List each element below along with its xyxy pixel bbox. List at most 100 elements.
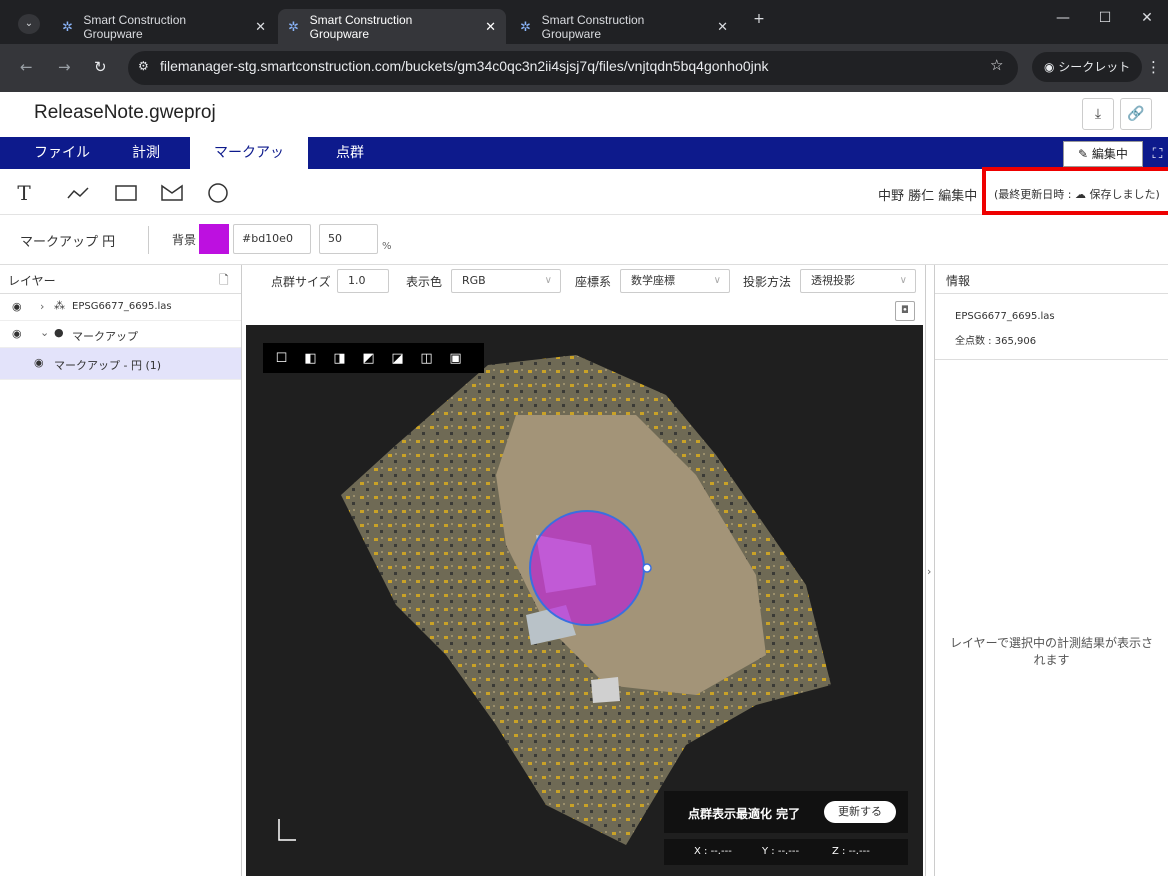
- site-info-icon[interactable]: ⚙: [138, 59, 149, 73]
- markup-circle-shape[interactable]: [529, 510, 645, 626]
- markup-properties: マークアップ 円 背景 #bd10e0 50 %: [0, 215, 1168, 265]
- forward-icon[interactable]: →: [58, 58, 71, 76]
- coord-system-select[interactable]: 数学座標 ∨: [620, 269, 730, 293]
- minimize-icon[interactable]: —: [1048, 10, 1078, 26]
- link-icon[interactable]: 🔗: [1120, 98, 1152, 130]
- projection-select[interactable]: 透視投影 ∨: [800, 269, 916, 293]
- rectangle-tool-icon[interactable]: [112, 179, 140, 207]
- info-summary: EPSG6677_6695.las 全点数 : 365,906: [935, 294, 1168, 360]
- view-right-icon[interactable]: ◪: [387, 351, 408, 366]
- display-color-select[interactable]: RGB ∨: [451, 269, 561, 293]
- layer-item-markup-circle[interactable]: ◉ マークアップ - 円 (1): [0, 348, 241, 380]
- browser-menu-icon[interactable]: ⋮: [1146, 58, 1161, 76]
- app-favicon-icon: ✲: [288, 18, 299, 34]
- opacity-input[interactable]: 50: [319, 224, 378, 254]
- window-close-icon[interactable]: ✕: [1132, 10, 1162, 26]
- file-name-title: ReleaseNote.gweproj: [34, 102, 216, 123]
- editing-button[interactable]: ✎ 編集中: [1063, 141, 1143, 167]
- main-menu-bar: ファイル 計測 マークアップ 点群 ✎ 編集中 ⛶: [0, 137, 1168, 193]
- tab-file[interactable]: ファイル: [16, 137, 108, 169]
- optimize-status-box: 点群表示最適化 完了 更新する: [664, 791, 908, 833]
- view-back-icon[interactable]: ◫: [416, 351, 437, 366]
- view-front-icon[interactable]: ◨: [329, 351, 350, 366]
- view-bottom-icon[interactable]: ▣: [445, 351, 466, 366]
- reload-icon[interactable]: ↻: [94, 58, 107, 76]
- browser-tab-2[interactable]: ✲ Smart Construction Groupware ✕: [278, 9, 506, 44]
- new-tab-icon[interactable]: +: [744, 11, 774, 27]
- tab-measure[interactable]: 計測: [114, 137, 178, 169]
- view-free-icon[interactable]: ☐: [271, 351, 292, 366]
- app-header: ReleaseNote.gweproj ⤓ 🔗: [0, 92, 1168, 137]
- app-favicon-icon: ✲: [520, 18, 531, 34]
- info-header-label: 情報: [946, 274, 971, 288]
- update-button[interactable]: 更新する: [824, 801, 896, 823]
- bookmark-star-icon[interactable]: ☆: [990, 56, 1003, 74]
- layer-panel: レイヤー 🗋 ◉ › ⁂ EPSG6677_6695.las ◉ ⌄ ● マーク…: [0, 265, 242, 876]
- tab-pointcloud[interactable]: 点群: [318, 137, 382, 169]
- circle-resize-handle[interactable]: [642, 563, 652, 573]
- background-label: 背景: [172, 233, 197, 247]
- info-file-name: EPSG6677_6695.las: [955, 311, 1055, 322]
- divider: [148, 226, 149, 254]
- select-value: 透視投影: [811, 274, 855, 287]
- panel-collapse-handle[interactable]: ›: [925, 265, 935, 876]
- pencil-icon: ✎: [1078, 147, 1092, 161]
- cursor-coordinates: X : --.--- Y : --.--- Z : --.---: [664, 839, 908, 865]
- color-swatch[interactable]: [199, 224, 229, 254]
- layer-label: マークアップ - 円 (1): [54, 359, 162, 372]
- info-panel: 情報 EPSG6677_6695.las 全点数 : 365,906 レイヤーで…: [935, 265, 1168, 876]
- view-left-icon[interactable]: ◩: [358, 351, 379, 366]
- callout-tool-icon[interactable]: [158, 179, 186, 207]
- circle-tool-icon[interactable]: [204, 179, 232, 207]
- collapse-chevron-icon[interactable]: ⌄: [40, 326, 49, 339]
- browser-tab-1[interactable]: ✲ Smart Construction Groupware ✕: [52, 9, 276, 44]
- point-size-label: 点群サイズ: [271, 275, 331, 289]
- view-mode-toolbar: ☐ ◧ ◨ ◩ ◪ ◫ ▣: [263, 343, 484, 373]
- visibility-eye-icon[interactable]: ◉: [34, 356, 44, 369]
- color-hex-input[interactable]: #bd10e0: [233, 224, 311, 254]
- pointcloud-viewer[interactable]: ☐ ◧ ◨ ◩ ◪ ◫ ▣ 点群表示最適化 完了 更新する X : --.---…: [246, 325, 923, 876]
- incognito-badge[interactable]: ◉ シークレット: [1032, 52, 1143, 82]
- highlight-box: [982, 167, 1168, 215]
- axis-gizmo-icon: [276, 817, 300, 846]
- layer-item-markup-group[interactable]: ◉ ⌄ ● マークアップ: [0, 321, 241, 348]
- download-icon[interactable]: ⤓: [1082, 98, 1114, 130]
- display-color-label: 表示色: [406, 275, 443, 289]
- layer-item-pointcloud[interactable]: ◉ › ⁂ EPSG6677_6695.las: [0, 294, 241, 321]
- visibility-eye-icon[interactable]: ◉: [12, 300, 22, 313]
- incognito-icon: ◉: [1044, 60, 1059, 74]
- close-icon[interactable]: ✕: [485, 19, 496, 35]
- editing-label: 編集中: [1091, 147, 1128, 161]
- tab-list-button[interactable]: ⌄: [18, 14, 40, 34]
- fullscreen-icon[interactable]: ⛶: [1147, 141, 1168, 167]
- browser-tab-3[interactable]: ✲ Smart Construction Groupware ✕: [510, 9, 738, 44]
- opacity-unit: %: [382, 241, 392, 252]
- close-icon[interactable]: ✕: [717, 19, 728, 35]
- view-top-icon[interactable]: ◧: [300, 351, 321, 366]
- url-text[interactable]: filemanager-stg.smartconstruction.com/bu…: [160, 58, 769, 74]
- expand-chevron-icon[interactable]: ›: [40, 300, 44, 313]
- visibility-eye-icon[interactable]: ◉: [12, 327, 22, 340]
- close-icon[interactable]: ✕: [255, 19, 266, 35]
- optimize-status-text: 点群表示最適化 完了: [688, 807, 801, 821]
- add-layer-icon[interactable]: 🗋: [219, 271, 229, 292]
- text-tool-icon[interactable]: T: [10, 179, 38, 207]
- chevron-right-icon: ›: [927, 565, 932, 578]
- tab-markup[interactable]: マークアップ: [190, 137, 308, 193]
- screenshot-icon[interactable]: ◘: [895, 301, 915, 321]
- info-empty-message: レイヤーで選択中の計測結果が表示されます: [950, 636, 1153, 667]
- browser-tab-bar: ⌄ ✲ Smart Construction Groupware ✕ ✲ Sma…: [0, 0, 1168, 44]
- markup-title: マークアップ 円: [20, 235, 116, 250]
- layer-panel-header: レイヤー 🗋: [0, 265, 241, 294]
- coord-x: X : --.---: [694, 846, 732, 857]
- info-header: 情報: [935, 265, 1168, 294]
- polyline-tool-icon[interactable]: [64, 179, 92, 207]
- viewer-settings-bar: 点群サイズ 1.0 表示色 RGB ∨ 座標系 数学座標 ∨ 投影方法 透視投影…: [243, 265, 925, 325]
- markup-pin-icon: ●: [54, 326, 64, 339]
- maximize-icon[interactable]: ☐: [1090, 10, 1120, 26]
- coord-system-label: 座標系: [575, 275, 612, 289]
- back-icon[interactable]: ←: [20, 58, 33, 76]
- editor-status: 中野 勝仁 編集中: [878, 189, 978, 204]
- layer-header-label: レイヤー: [8, 274, 56, 288]
- point-size-input[interactable]: 1.0: [337, 269, 389, 293]
